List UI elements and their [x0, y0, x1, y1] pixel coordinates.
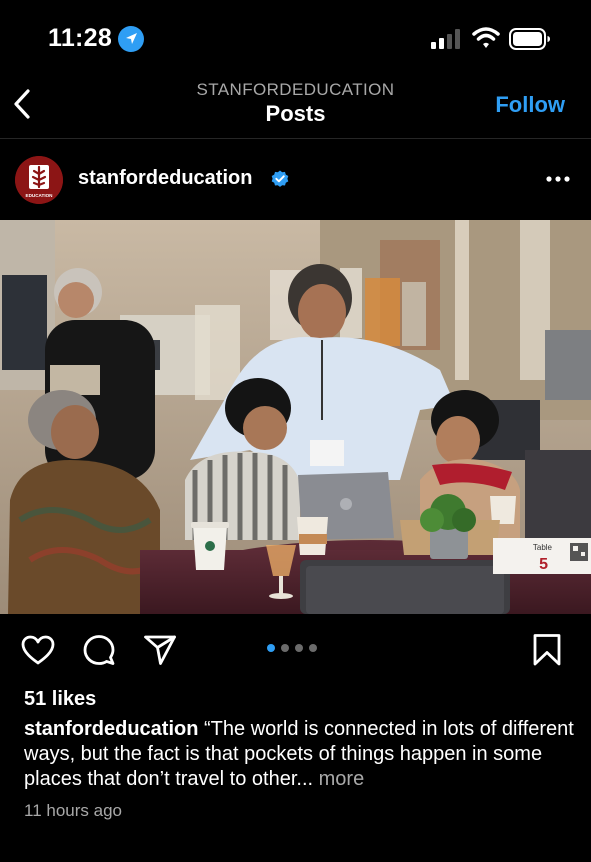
- table-number: 5: [539, 556, 548, 573]
- caption-more-link[interactable]: more: [319, 768, 365, 790]
- signal-icon: [431, 29, 460, 49]
- likes-count[interactable]: 51 likes: [24, 688, 96, 711]
- caption-username[interactable]: stanfordeducation: [24, 718, 198, 740]
- nav-header: STANFORDEDUCATION Posts Follow: [0, 72, 591, 139]
- status-bar: 11:28: [0, 0, 591, 72]
- heart-icon[interactable]: [20, 634, 56, 666]
- share-icon[interactable]: [143, 634, 177, 666]
- location-icon: [118, 26, 144, 52]
- status-time: 11:28: [48, 24, 113, 52]
- comment-icon[interactable]: [82, 633, 116, 667]
- post-image[interactable]: Table 5: [0, 220, 591, 614]
- battery-icon: [509, 28, 550, 50]
- carousel-indicator: [267, 644, 317, 654]
- carousel-dot: [281, 644, 289, 652]
- stanford-logo-icon: EDUCATION: [15, 156, 63, 204]
- verified-badge-icon: [271, 170, 289, 187]
- bookmark-icon[interactable]: [532, 633, 562, 667]
- follow-button[interactable]: Follow: [495, 92, 565, 118]
- more-options-icon[interactable]: [545, 175, 571, 183]
- post-username[interactable]: stanfordeducation: [78, 167, 252, 190]
- post-timestamp: 11 hours ago: [24, 801, 122, 820]
- post-photo: Table 5: [0, 220, 591, 614]
- avatar-text: EDUCATION: [26, 193, 54, 198]
- post-caption: stanfordeducation “The world is connecte…: [24, 717, 574, 792]
- wifi-icon: [472, 27, 500, 48]
- table-label: Table: [533, 543, 553, 552]
- carousel-dot: [267, 644, 275, 652]
- post-header: EDUCATION stanfordeducation: [0, 139, 591, 220]
- avatar[interactable]: EDUCATION: [15, 156, 63, 204]
- carousel-dot: [295, 644, 303, 652]
- post-actions: [0, 614, 591, 686]
- carousel-dot: [309, 644, 317, 652]
